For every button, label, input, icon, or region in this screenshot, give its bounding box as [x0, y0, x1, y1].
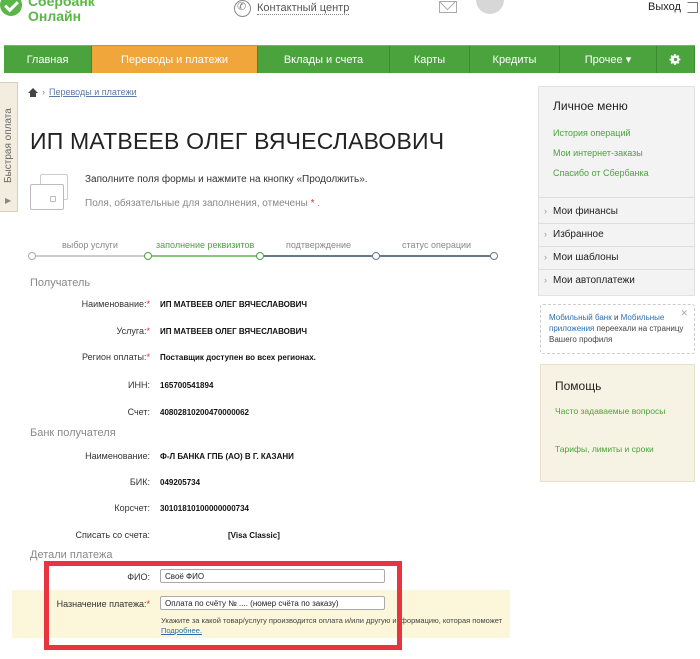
progress-dot	[144, 252, 152, 260]
mail-icon[interactable]	[439, 1, 457, 13]
recipient-name: ИП МАТВЕЕВ ОЛЕГ ВЯЧЕСЛАВОВИЧ	[160, 300, 308, 309]
step-choose-service: выбор услуги	[62, 240, 118, 250]
corr-account-value: 30101810100000000734	[160, 504, 249, 513]
nav-item-transfers[interactable]: Переводы и платежи	[92, 46, 258, 73]
page-title: ИП МАТВЕЕВ ОЛЕГ ВЯЧЕСЛАВОВИЧ	[30, 128, 445, 154]
progress-dot	[490, 252, 498, 260]
help-title: Помощь	[555, 379, 602, 393]
help-link-faq[interactable]: Часто задаваемые вопросы	[555, 406, 685, 417]
form-instruction: Заполните поля формы и нажмите на кнопку…	[85, 174, 368, 185]
contact-center-label: Контактный центр	[257, 2, 350, 15]
exit-button[interactable]: Выход	[648, 1, 698, 13]
menu-item-templates[interactable]: › Мои шаблоны	[544, 252, 618, 263]
bank-name: Ф-Л БАНКА ГПБ (АО) В Г. КАЗАНИ	[160, 452, 294, 461]
settings-button[interactable]	[657, 46, 695, 73]
header: Сбербанк Онлайн Контактный центр Выход	[0, 0, 700, 42]
bik-label: БИК:	[129, 477, 150, 487]
recipient-name-label: Наименование:*	[81, 299, 150, 309]
gear-icon	[669, 54, 681, 65]
main-nav: Главная Переводы и платежи Вклады и счет…	[4, 45, 695, 73]
breadcrumb-link-transfers[interactable]: Переводы и платежи	[49, 87, 137, 97]
nav-item-cards[interactable]: Карты	[390, 46, 470, 73]
region-label: Регион оплаты:*	[82, 352, 150, 362]
step-fill-details: заполнение реквизитов	[156, 240, 255, 250]
sberbank-logo[interactable]: Сбербанк Онлайн	[0, 0, 95, 24]
step-operation-status: статус операции	[402, 240, 472, 250]
section-payment-details: Детали платежа	[30, 549, 113, 561]
sberbank-logo-icon	[0, 0, 22, 16]
breadcrumb-separator-icon: ›	[42, 87, 45, 97]
inn-value: 165700541894	[160, 381, 214, 390]
menu-link-spasibo[interactable]: Спасибо от Сбербанка	[553, 168, 649, 178]
nav-item-other[interactable]: Прочее ▾	[560, 46, 657, 73]
menu-item-favorites[interactable]: › Избранное	[544, 229, 604, 240]
documents-icon	[30, 172, 72, 214]
progress-line-done	[32, 255, 148, 257]
region-value: Поставщик доступен во всех регионах.	[160, 353, 316, 362]
account-value: 40802810200470000062	[160, 408, 249, 417]
debit-account-label: Списать со счета:	[75, 530, 150, 540]
inn-label: ИНН:	[128, 380, 150, 390]
progress-steps: выбор услуги заполнение реквизитов подтв…	[28, 240, 498, 262]
debit-account-select[interactable]: [Visa Classic]	[228, 531, 280, 540]
contact-center-link[interactable]: Контактный центр	[234, 0, 350, 17]
nav-item-deposits[interactable]: Вклады и счета	[258, 46, 390, 73]
account-label: Счет:	[127, 407, 150, 417]
progress-line-current	[148, 255, 260, 257]
mobile-bank-link[interactable]: Мобильный банк	[549, 313, 612, 322]
help-link-tariffs[interactable]: Тарифы, лимиты и сроки	[555, 444, 685, 455]
personal-menu-title: Личное меню	[553, 99, 628, 113]
menu-item-autopayments[interactable]: › Мои автоплатежи	[544, 275, 635, 286]
exit-label: Выход	[648, 1, 681, 13]
quick-pay-label: Быстрая оплата	[3, 108, 14, 183]
phone-icon	[234, 0, 251, 17]
service-label: Услуга:*	[116, 326, 150, 336]
avatar[interactable]	[476, 0, 504, 14]
personal-menu: Личное меню История операций Мои интерне…	[538, 86, 695, 296]
mobile-notice: ✕ Мобильный банк и Мобильные приложения …	[540, 304, 695, 354]
nav-item-main[interactable]: Главная	[4, 46, 92, 73]
progress-dot	[28, 252, 36, 260]
section-bank: Банк получателя	[30, 427, 116, 439]
breadcrumb: › Переводы и платежи	[28, 87, 137, 97]
menu-item-finances[interactable]: › Мои финансы	[544, 206, 618, 217]
step-confirmation: подтверждение	[286, 240, 352, 250]
nav-item-credits[interactable]: Кредиты	[470, 46, 560, 73]
quick-pay-tab[interactable]: Быстрая оплата ▶	[0, 82, 18, 212]
bik-value: 049205734	[160, 478, 201, 487]
progress-dot	[372, 252, 380, 260]
menu-link-internet-orders[interactable]: Мои интернет-заказы	[553, 148, 643, 158]
section-recipient: Получатель	[30, 277, 91, 289]
bank-name-label: Наименование:	[85, 451, 150, 461]
progress-dot	[256, 252, 264, 260]
help-panel: Помощь Часто задаваемые вопросы Тарифы, …	[540, 364, 695, 482]
required-fields-note: Поля, обязательные для заполнения, отмеч…	[85, 198, 321, 209]
highlight-frame	[44, 561, 402, 650]
chevron-right-icon: ▶	[5, 196, 12, 205]
exit-icon	[686, 1, 698, 13]
service-value: ИП МАТВЕЕВ ОЛЕГ ВЯЧЕСЛАВОВИЧ	[160, 327, 308, 336]
menu-link-history[interactable]: История операций	[553, 128, 631, 138]
corr-account-label: Корсчет:	[114, 503, 150, 513]
close-icon[interactable]: ✕	[680, 308, 688, 319]
home-icon[interactable]	[28, 87, 38, 97]
logo-line2: Онлайн	[28, 8, 82, 24]
